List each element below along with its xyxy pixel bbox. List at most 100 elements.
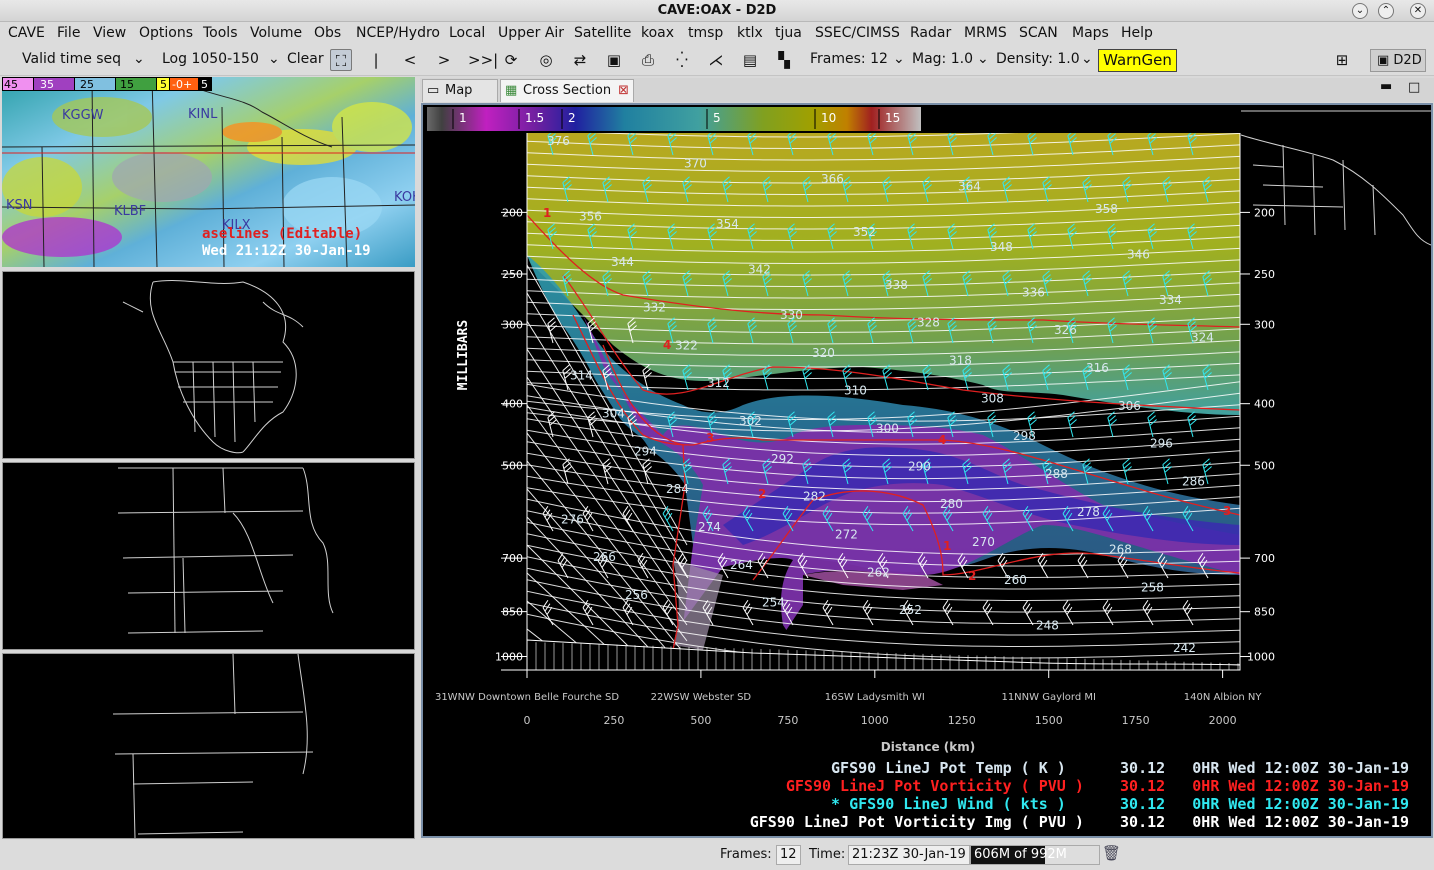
chevron-down-icon[interactable]: ⌄	[133, 51, 145, 67]
cave-window: CAVE:OAX - D2D ⌄ ⌃ ✕ CAVE File View Opti…	[0, 0, 1434, 870]
open-perspective-icon[interactable]: ⊞	[1331, 49, 1353, 71]
menu-volume[interactable]: Volume	[250, 25, 302, 41]
theta-label: 278	[1077, 505, 1100, 519]
menu-tmsp[interactable]: tmsp	[688, 25, 723, 41]
midwest-map-pane[interactable]	[2, 462, 415, 650]
loop-icon[interactable]: ⟳	[500, 49, 522, 71]
menu-help[interactable]: Help	[1121, 25, 1153, 41]
satellite-map: 45 35 25 15 5 -0+ 5 KGGW KINL KSN KLBF K…	[2, 77, 415, 267]
theta-label: 256	[625, 588, 648, 602]
tab-label: Map	[445, 83, 473, 98]
legend-pot-temp[interactable]: GFS90 LineJ Pot Temp ( K ) 30.12 0HR Wed…	[831, 759, 1409, 777]
location-label: 140N Albion NY	[1184, 692, 1263, 703]
close-icon[interactable]: ✕	[1410, 3, 1426, 19]
mag-select[interactable]: Mag: 1.0	[912, 51, 973, 67]
menu-obs[interactable]: Obs	[314, 25, 341, 41]
colorbar-tick-label: 10	[821, 111, 836, 125]
station-label: KSN	[6, 198, 33, 213]
theta-label: 276	[561, 512, 584, 526]
theta-label: 354	[716, 217, 739, 231]
pv-label: 3	[706, 431, 714, 445]
frames-select[interactable]: Frames: 12	[810, 51, 888, 67]
menu-cave[interactable]: CAVE	[8, 25, 45, 41]
scale-label: 35	[40, 78, 54, 91]
panel-swap-icon[interactable]: ▣	[603, 49, 625, 71]
legend-wind[interactable]: * GFS90 LineJ Wind ( kts ) 30.12 0HR Wed…	[831, 795, 1409, 813]
tab-cross-section[interactable]: ▦ Cross Section ⊠	[500, 79, 634, 102]
theta-label: 286	[1182, 475, 1205, 489]
pressure-tick-label: 200	[502, 206, 523, 219]
density-select[interactable]: Density: 1.0	[996, 51, 1080, 67]
chevron-down-icon[interactable]: ⌄	[1081, 51, 1093, 67]
baselines-icon[interactable]: ⋌	[705, 49, 727, 71]
distance-tick-label: 1750	[1122, 714, 1150, 727]
maximize-editor-icon[interactable]: □	[1408, 80, 1420, 95]
swap-icon[interactable]: ⇄	[569, 49, 591, 71]
menu-ncep-hydro[interactable]: NCEP/Hydro	[356, 25, 440, 41]
clear-button[interactable]: Clear	[287, 51, 324, 67]
image-properties-icon[interactable]: ◎	[535, 49, 557, 71]
maximize-icon[interactable]: ⌃	[1378, 3, 1394, 19]
close-tab-icon[interactable]: ⊠	[618, 80, 629, 101]
menu-file[interactable]: File	[57, 25, 80, 41]
plains-map-pane[interactable]	[2, 653, 415, 839]
menu-ssec-cimss[interactable]: SSEC/CIMSS	[815, 25, 900, 41]
scale-label: -0+	[172, 78, 192, 91]
cross-section-tab-icon: ▦	[505, 83, 518, 98]
points-icon[interactable]: ⁛	[671, 49, 693, 71]
menu-ktlx[interactable]: ktlx	[737, 25, 763, 41]
warngen-button[interactable]: WarnGen	[1098, 49, 1177, 72]
pv-label: 4	[663, 338, 671, 352]
panel-layout-1-icon[interactable]: ▤	[739, 49, 761, 71]
pressure-tick-label: 400	[502, 398, 523, 411]
menu-mrms[interactable]: MRMS	[964, 25, 1007, 41]
north-america-map-pane[interactable]	[2, 271, 415, 459]
distance-tick-label: 1500	[1035, 714, 1063, 727]
time-mode-select[interactable]: Valid time seq	[22, 51, 121, 67]
map-tab-icon: ▭	[427, 83, 440, 98]
menu-maps[interactable]: Maps	[1072, 25, 1109, 41]
north-america-map	[122, 280, 304, 454]
legend-pot-vorticity[interactable]: GFS90 LineJ Pot Vorticity ( PVU ) 30.12 …	[786, 777, 1409, 795]
theta-label: 266	[593, 550, 616, 564]
baselines-label: aselines (Editable)	[202, 226, 362, 242]
trash-icon[interactable]: 🗑	[1102, 844, 1121, 862]
menu-radar[interactable]: Radar	[910, 25, 951, 41]
chevron-down-icon[interactable]: ⌄	[893, 51, 905, 67]
menu-view[interactable]: View	[93, 25, 126, 41]
theta-label: 296	[1150, 437, 1173, 451]
panel-layout-4-icon[interactable]: ▚	[773, 49, 795, 71]
print-icon[interactable]: ⎙	[637, 49, 659, 71]
menu-local[interactable]: Local	[449, 25, 485, 41]
chevron-down-icon[interactable]: ⌄	[268, 51, 280, 67]
step-forward-icon[interactable]: >	[433, 49, 455, 71]
main-map-pane[interactable]: 45 35 25 15 5 -0+ 5 KGGW KINL KSN KLBF K…	[2, 77, 415, 267]
station-label: KGGW	[62, 108, 104, 123]
menu-satellite[interactable]: Satellite	[574, 25, 631, 41]
menu-tjua[interactable]: tjua	[775, 25, 802, 41]
time-label: Time:	[809, 847, 846, 862]
fullscreen-icon[interactable]: ⛶	[330, 49, 352, 71]
d2d-perspective-button[interactable]: ▣ D2D	[1370, 49, 1426, 72]
menu-options[interactable]: Options	[139, 25, 193, 41]
menu-bar: CAVE File View Options Tools Volume Obs …	[0, 22, 1434, 44]
first-frame-icon[interactable]: |<<	[365, 49, 390, 91]
levels-select[interactable]: Log 1050-150	[162, 51, 259, 67]
last-frame-icon[interactable]: >>|	[468, 49, 498, 71]
theta-label: 316	[1086, 361, 1109, 375]
menu-tools[interactable]: Tools	[203, 25, 238, 41]
theta-label: 304	[602, 406, 625, 420]
menu-koax[interactable]: koax	[641, 25, 674, 41]
step-back-icon[interactable]: <	[399, 49, 421, 71]
legend-pv-image[interactable]: GFS90 LineJ Pot Vorticity Img ( PVU ) 30…	[750, 813, 1409, 831]
cross-section-pane[interactable]: 376 370 366 364 358 356 354 352 348 346 344 342 338 3…	[421, 103, 1433, 838]
menu-scan[interactable]: SCAN	[1019, 25, 1058, 41]
menu-upper-air[interactable]: Upper Air	[498, 25, 564, 41]
pressure-tick-label: 700	[1254, 552, 1275, 565]
minimize-editor-icon[interactable]: ▬	[1380, 79, 1392, 94]
theta-label: 298	[1013, 429, 1036, 443]
chevron-down-icon[interactable]: ⌄	[977, 51, 989, 67]
status-bar: Frames: 12 Time: 21:23Z 30-Jan-19 606M o…	[0, 840, 1434, 870]
tab-map[interactable]: ▭ Map	[422, 79, 498, 102]
minimize-icon[interactable]: ⌄	[1352, 3, 1368, 19]
